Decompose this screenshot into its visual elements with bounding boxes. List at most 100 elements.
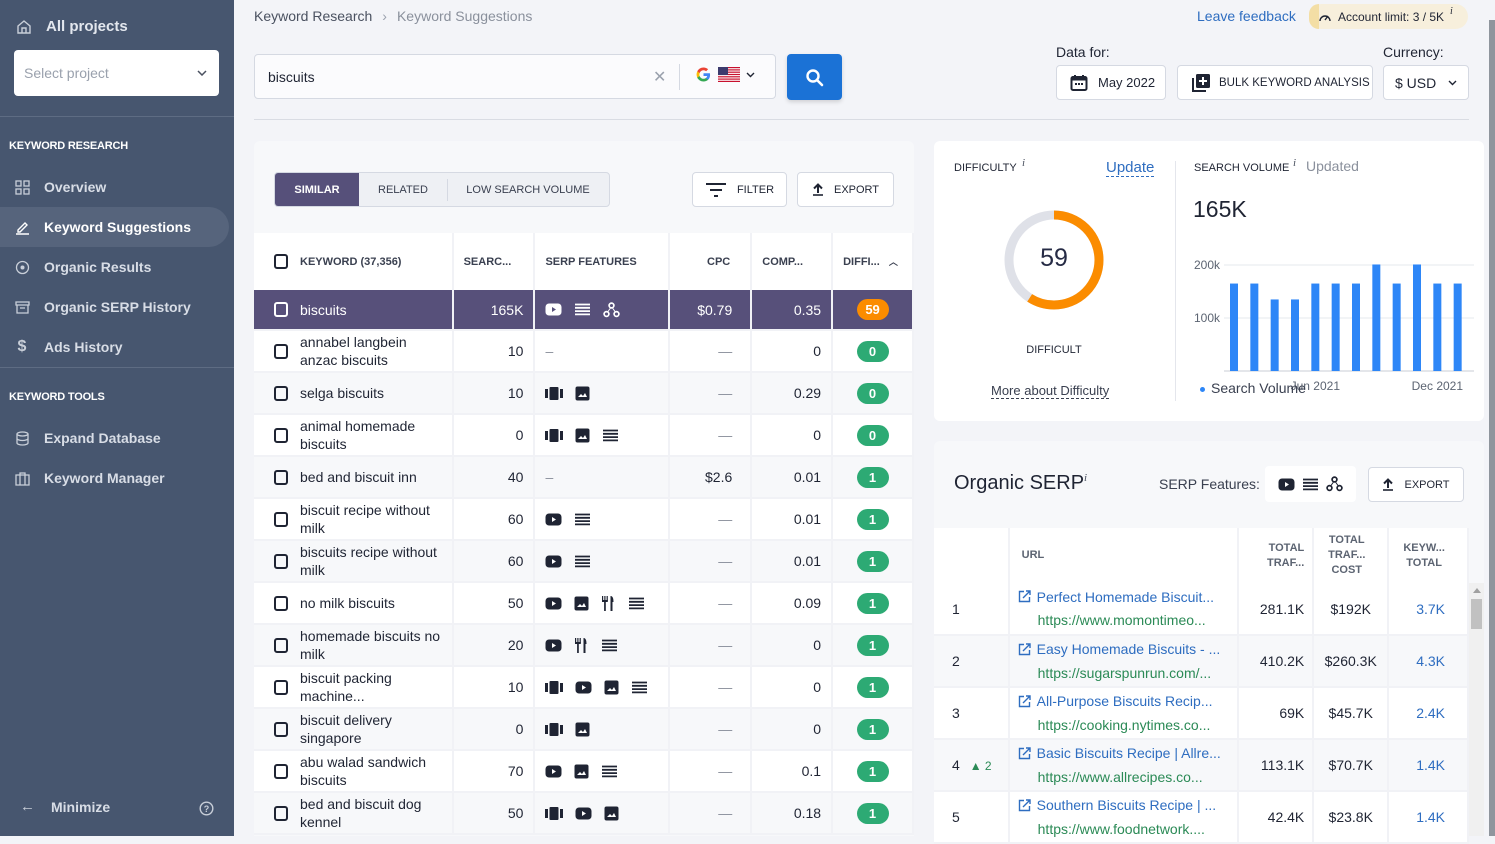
keywords-total-cell[interactable]: 2.4K [1388, 687, 1469, 740]
result-title-link[interactable]: All-Purpose Biscuits Recip... [1037, 693, 1213, 709]
bar-dec-2021[interactable] [1433, 283, 1442, 371]
update-difficulty-link[interactable]: Update [1106, 159, 1155, 177]
video-serp-icon[interactable] [1278, 478, 1295, 491]
table-row[interactable]: selga biscuits 10 — 0.29 0 [254, 372, 914, 415]
table-row[interactable]: homemade biscuits no milk 20 — 0 1 [254, 624, 914, 667]
keyword-text[interactable]: biscuits recipe without milk [300, 543, 442, 579]
help-icon[interactable]: ? [199, 801, 214, 821]
row-checkbox[interactable] [274, 805, 288, 821]
sidebar-item-expand-database[interactable]: Expand Database [0, 418, 229, 458]
column-search-volume[interactable]: SEARC... [452, 233, 536, 290]
keyword-text[interactable]: abu walad sandwich biscuits [300, 753, 442, 789]
keyword-text[interactable]: animal homemade biscuits [300, 417, 442, 453]
table-scrollbar[interactable] [1469, 583, 1484, 836]
table-row[interactable]: biscuits 165K $0.79 0.35 59 [254, 290, 914, 331]
keyword-text[interactable]: bed and biscuit dog kennel [300, 795, 442, 831]
column-serp-features[interactable]: SERP FEATURES [534, 233, 671, 290]
row-checkbox[interactable] [274, 469, 288, 485]
page-scrollbar[interactable] [1489, 20, 1495, 836]
row-checkbox[interactable] [274, 427, 288, 443]
scrollbar-thumb[interactable] [1471, 599, 1482, 629]
date-picker-button[interactable]: May 2022 [1056, 65, 1166, 100]
table-row[interactable]: animal homemade biscuits 0 — 0 0 [254, 414, 914, 457]
table-row[interactable]: biscuit packing machine... 10 — 0 1 [254, 666, 914, 709]
sidebar-item-keyword-manager[interactable]: Keyword Manager [0, 458, 229, 498]
keywords-total-cell[interactable]: 4.3K [1388, 635, 1469, 688]
keyword-text[interactable]: bed and biscuit inn [300, 468, 417, 486]
external-link-icon[interactable] [1018, 796, 1031, 818]
row-checkbox[interactable] [274, 637, 288, 653]
keyword-text[interactable]: selga biscuits [300, 384, 384, 402]
sidebar-item-ads-history[interactable]: $ Ads History [0, 327, 229, 367]
sidebar-item-keyword-suggestions[interactable]: Keyword Suggestions [0, 207, 229, 247]
knowledge-serp-icon[interactable] [1326, 476, 1343, 492]
row-checkbox[interactable] [274, 511, 288, 527]
table-row[interactable]: bed and biscuit inn 40 – $2.6 0.01 1 [254, 456, 914, 499]
table-row[interactable]: no milk biscuits 50 — 0.09 1 [254, 582, 914, 625]
keywords-total-cell[interactable]: 1.4K [1388, 791, 1469, 844]
result-title-link[interactable]: Perfect Homemade Biscuit... [1037, 589, 1214, 605]
result-url[interactable]: https://www.momontimeo... [1018, 609, 1230, 631]
bar-feb-2021[interactable] [1230, 283, 1238, 371]
select-all-checkbox[interactable] [274, 254, 288, 269]
bar-apr-2021[interactable] [1270, 299, 1279, 371]
tab-similar[interactable]: SIMILAR [275, 173, 359, 206]
result-url[interactable]: https://cooking.nytimes.co... [1018, 714, 1230, 736]
column-keyword[interactable]: KEYWORD (37,356) [254, 233, 454, 290]
table-row[interactable]: abu walad sandwich biscuits 70 — 0.1 1 [254, 750, 914, 793]
keywords-total-cell[interactable]: 1.4K [1388, 739, 1469, 792]
search-engine-location-dropdown[interactable] [695, 66, 755, 83]
result-url[interactable]: https://www.foodnetwork.... [1018, 818, 1230, 840]
keyword-text[interactable]: biscuit delivery singapore [300, 711, 442, 747]
breadcrumb-keyword-research[interactable]: Keyword Research [254, 8, 372, 24]
column-cpc[interactable]: CPC [669, 233, 753, 290]
column-traffic-cost[interactable]: TOTAL TRAF... COST [1313, 528, 1390, 583]
external-link-icon[interactable] [1018, 640, 1031, 662]
more-about-difficulty-link[interactable]: More about Difficulty [991, 383, 1110, 399]
row-checkbox[interactable] [274, 721, 288, 737]
row-checkbox[interactable] [274, 763, 288, 779]
bar-sep-2021[interactable] [1372, 264, 1381, 371]
bar-mar-2021[interactable] [1250, 283, 1259, 371]
column-competition[interactable]: COMP... [751, 233, 834, 290]
filter-button[interactable]: FILTER [692, 172, 787, 207]
row-checkbox[interactable] [274, 343, 288, 359]
search-button[interactable] [787, 54, 842, 100]
keyword-text[interactable]: biscuits [300, 301, 347, 319]
result-title-link[interactable]: Basic Biscuits Recipe | Allre... [1037, 745, 1221, 761]
keyword-text[interactable]: biscuit recipe without milk [300, 501, 442, 537]
keywords-total-cell[interactable]: 3.7K [1388, 583, 1469, 636]
bar-jan-2022[interactable] [1453, 283, 1462, 371]
result-url[interactable]: https://sugarspunrun.com/... [1018, 662, 1230, 684]
column-keywords-total[interactable]: KEYW... TOTAL [1388, 528, 1469, 583]
organic-export-button[interactable]: EXPORT [1368, 467, 1464, 502]
row-checkbox[interactable] [274, 553, 288, 569]
table-row[interactable]: annabel langbein anzac biscuits 10 – — 0… [254, 330, 914, 373]
row-checkbox[interactable] [274, 385, 288, 401]
select-project-dropdown[interactable]: Select project [14, 50, 219, 96]
table-row[interactable]: biscuit delivery singapore 0 — 0 1 [254, 708, 914, 751]
clear-search-icon[interactable]: ✕ [653, 67, 666, 87]
keyword-text[interactable]: annabel langbein anzac biscuits [300, 333, 442, 369]
keyword-search-input[interactable] [255, 68, 635, 85]
list-serp-icon[interactable] [1302, 478, 1319, 491]
bar-nov-2021[interactable] [1413, 264, 1421, 371]
table-row[interactable]: biscuits recipe without milk 60 — 0.01 1 [254, 540, 914, 583]
bar-jun-2021[interactable] [1311, 283, 1320, 371]
external-link-icon[interactable] [1018, 587, 1031, 609]
table-row[interactable]: biscuit recipe without milk 60 — 0.01 1 [254, 498, 914, 541]
bar-may-2021[interactable] [1291, 299, 1299, 371]
keyword-text[interactable]: biscuit packing machine... [300, 669, 442, 705]
column-difficulty[interactable]: DIFFI... ︿ [832, 233, 914, 290]
sidebar-item-organic-serp-history[interactable]: Organic SERP History [0, 287, 229, 327]
sidebar-item-organic-results[interactable]: Organic Results [0, 247, 229, 287]
info-icon[interactable]: i [1293, 157, 1296, 169]
keyword-text[interactable]: homemade biscuits no milk [300, 627, 442, 663]
external-link-icon[interactable] [1018, 692, 1031, 714]
keyword-text[interactable]: no milk biscuits [300, 594, 395, 612]
result-url[interactable]: https://www.allrecipes.co... [1018, 766, 1230, 788]
tab-low-search-volume[interactable]: LOW SEARCH VOLUME [448, 173, 608, 206]
result-title-link[interactable]: Southern Biscuits Recipe | ... [1037, 797, 1217, 813]
row-checkbox[interactable] [274, 679, 288, 695]
sidebar-item-overview[interactable]: Overview [0, 167, 229, 207]
